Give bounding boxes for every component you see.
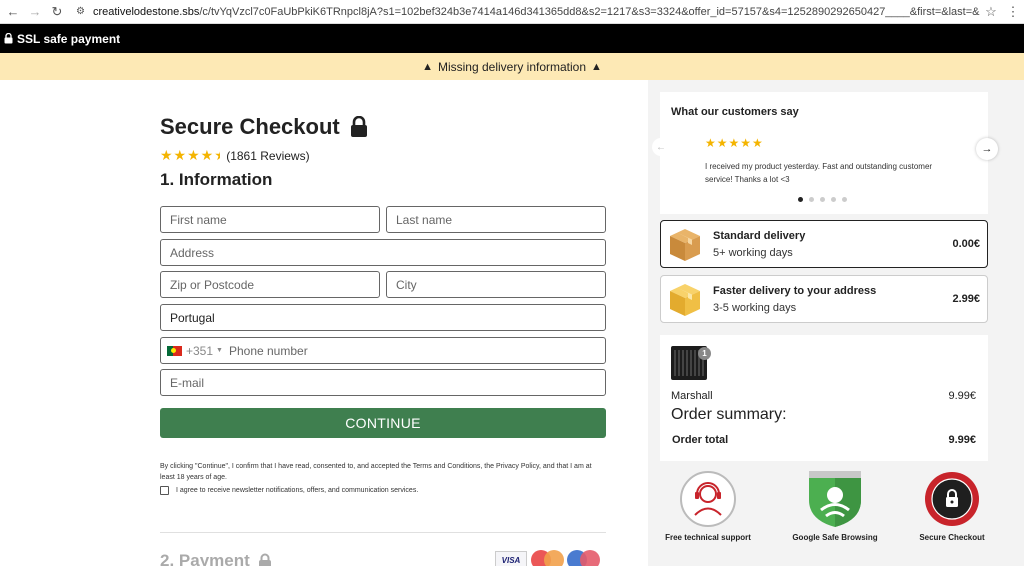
carousel-dot[interactable] [831,197,836,202]
carousel-dot[interactable] [820,197,825,202]
trust-label: Google Safe Browsing [792,533,878,542]
browser-menu-icon[interactable]: ⋮ [1002,4,1024,20]
carousel-dot[interactable] [842,197,847,202]
order-total-label: Order total [672,434,729,446]
maestro-logo [567,550,601,566]
warning-icon: ▲ [591,60,602,73]
payment-title-text: 2. Payment [160,551,250,566]
ssl-label: SSL safe payment [17,31,121,46]
lock-icon [4,33,13,44]
payment-section-title: 2. Payment [160,551,272,566]
mastercard-logo [531,550,565,566]
newsletter-checkbox[interactable] [160,486,169,495]
trust-label: Free technical support [665,533,751,542]
site-info-icon[interactable]: ⚙ [76,6,85,17]
testimonial-stars: ★★★★★ [705,136,764,150]
rating-stars: ★★★★★ [160,147,220,163]
carousel-dots [798,197,853,202]
carousel-dot[interactable] [798,197,803,202]
card-logos: VISA [495,550,603,566]
reload-icon[interactable]: ↻ [48,3,66,21]
portugal-flag-icon [167,345,182,356]
newsletter-consent: I agree to receive newsletter notificati… [160,486,418,495]
trust-label: Secure Checkout [919,533,985,542]
delivery-name: Standard delivery [713,230,806,242]
support-agent-icon [680,471,736,527]
delivery-name: Faster delivery to your address [713,285,877,297]
carousel-next-icon[interactable]: → [976,138,998,160]
lock-icon [258,553,271,566]
package-box-icon [670,284,700,316]
phone-placeholder: Phone number [228,343,308,358]
last-name-input[interactable]: Last name [386,206,606,233]
ssl-bar: SSL safe payment [0,24,1024,53]
chevron-down-icon: ▼ [216,347,223,354]
forward-arrow-icon[interactable]: → [26,3,44,21]
back-arrow-icon[interactable]: ← [4,3,22,21]
review-count: (1861 Reviews) [226,148,310,163]
address-input[interactable]: Address [160,239,606,266]
delivery-price: 0.00€ [952,238,980,250]
order-summary-card: 1 Marshall 9.99€ Order summary: Order to… [660,335,988,461]
email-input[interactable]: E-mail [160,369,606,396]
order-total-value: 9.99€ [948,434,976,446]
continue-button[interactable]: CONTINUE [160,408,606,438]
country-code-select[interactable]: +351 ▼ [167,344,223,358]
section-divider [160,532,606,533]
quantity-badge: 1 [698,347,711,360]
carousel-dot[interactable] [809,197,814,202]
warning-text: Missing delivery information [437,59,587,74]
delivery-option-standard[interactable]: Standard delivery 5+ working days 0.00€ [660,220,988,268]
delivery-days: 5+ working days [713,247,793,259]
warning-icon: ▲ [422,60,433,73]
google-safe-browsing-icon [809,471,861,527]
delivery-warning-banner: ▲ Missing delivery information ▲ [0,53,1024,80]
information-section-title: 1. Information [160,170,273,189]
testimonial-text: I received my product yesterday. Fast an… [705,162,933,184]
phone-prefix: +351 [186,343,214,358]
phone-input[interactable]: +351 ▼ Phone number [160,337,606,364]
address-bar[interactable]: ⚙ creativelodestone.sbs/c/tvYqVzcl7c0FaU… [76,6,980,18]
first-name-input[interactable]: First name [160,206,380,233]
delivery-price: 2.99€ [952,293,980,305]
product-price: 9.99€ [948,390,976,402]
trust-badge-support: Free technical support [660,470,756,542]
bookmark-star-icon[interactable]: ☆ [980,4,1002,20]
visa-logo: VISA [495,551,527,566]
trust-badge-secure-checkout: Secure Checkout [904,470,1000,542]
testimonials-title: What our customers say [671,106,799,118]
delivery-days: 3-5 working days [713,302,797,314]
package-box-icon [670,229,700,261]
page-title: Secure Checkout [160,114,340,139]
review-rating: ★★★★★ (1861 Reviews) [160,147,310,164]
zip-input[interactable]: Zip or Postcode [160,271,380,298]
url-text: creativelodestone.sbs/c/tvYqVzcl7c0FaUbP… [92,5,980,18]
lock-icon [350,116,367,137]
carousel-prev-icon[interactable]: ← [652,138,670,156]
browser-toolbar: ← → ↻ ⚙ creativelodestone.sbs/c/tvYqVzcl… [0,0,1024,24]
testimonials-card: What our customers say ← ★★★★★ I receive… [652,92,998,214]
product-name: Marshall [671,390,713,402]
trust-badge-safe-browsing: Google Safe Browsing [787,470,883,542]
country-select[interactable]: Portugal [160,304,606,331]
newsletter-label: I agree to receive newsletter notificati… [176,487,419,494]
legal-notice: By clicking "Continue", I confirm that I… [160,463,592,481]
city-input[interactable]: City [386,271,606,298]
delivery-option-faster[interactable]: Faster delivery to your address 3-5 work… [660,275,988,323]
secure-checkout-seal-icon [925,472,979,526]
order-summary-title: Order summary: [671,406,787,423]
